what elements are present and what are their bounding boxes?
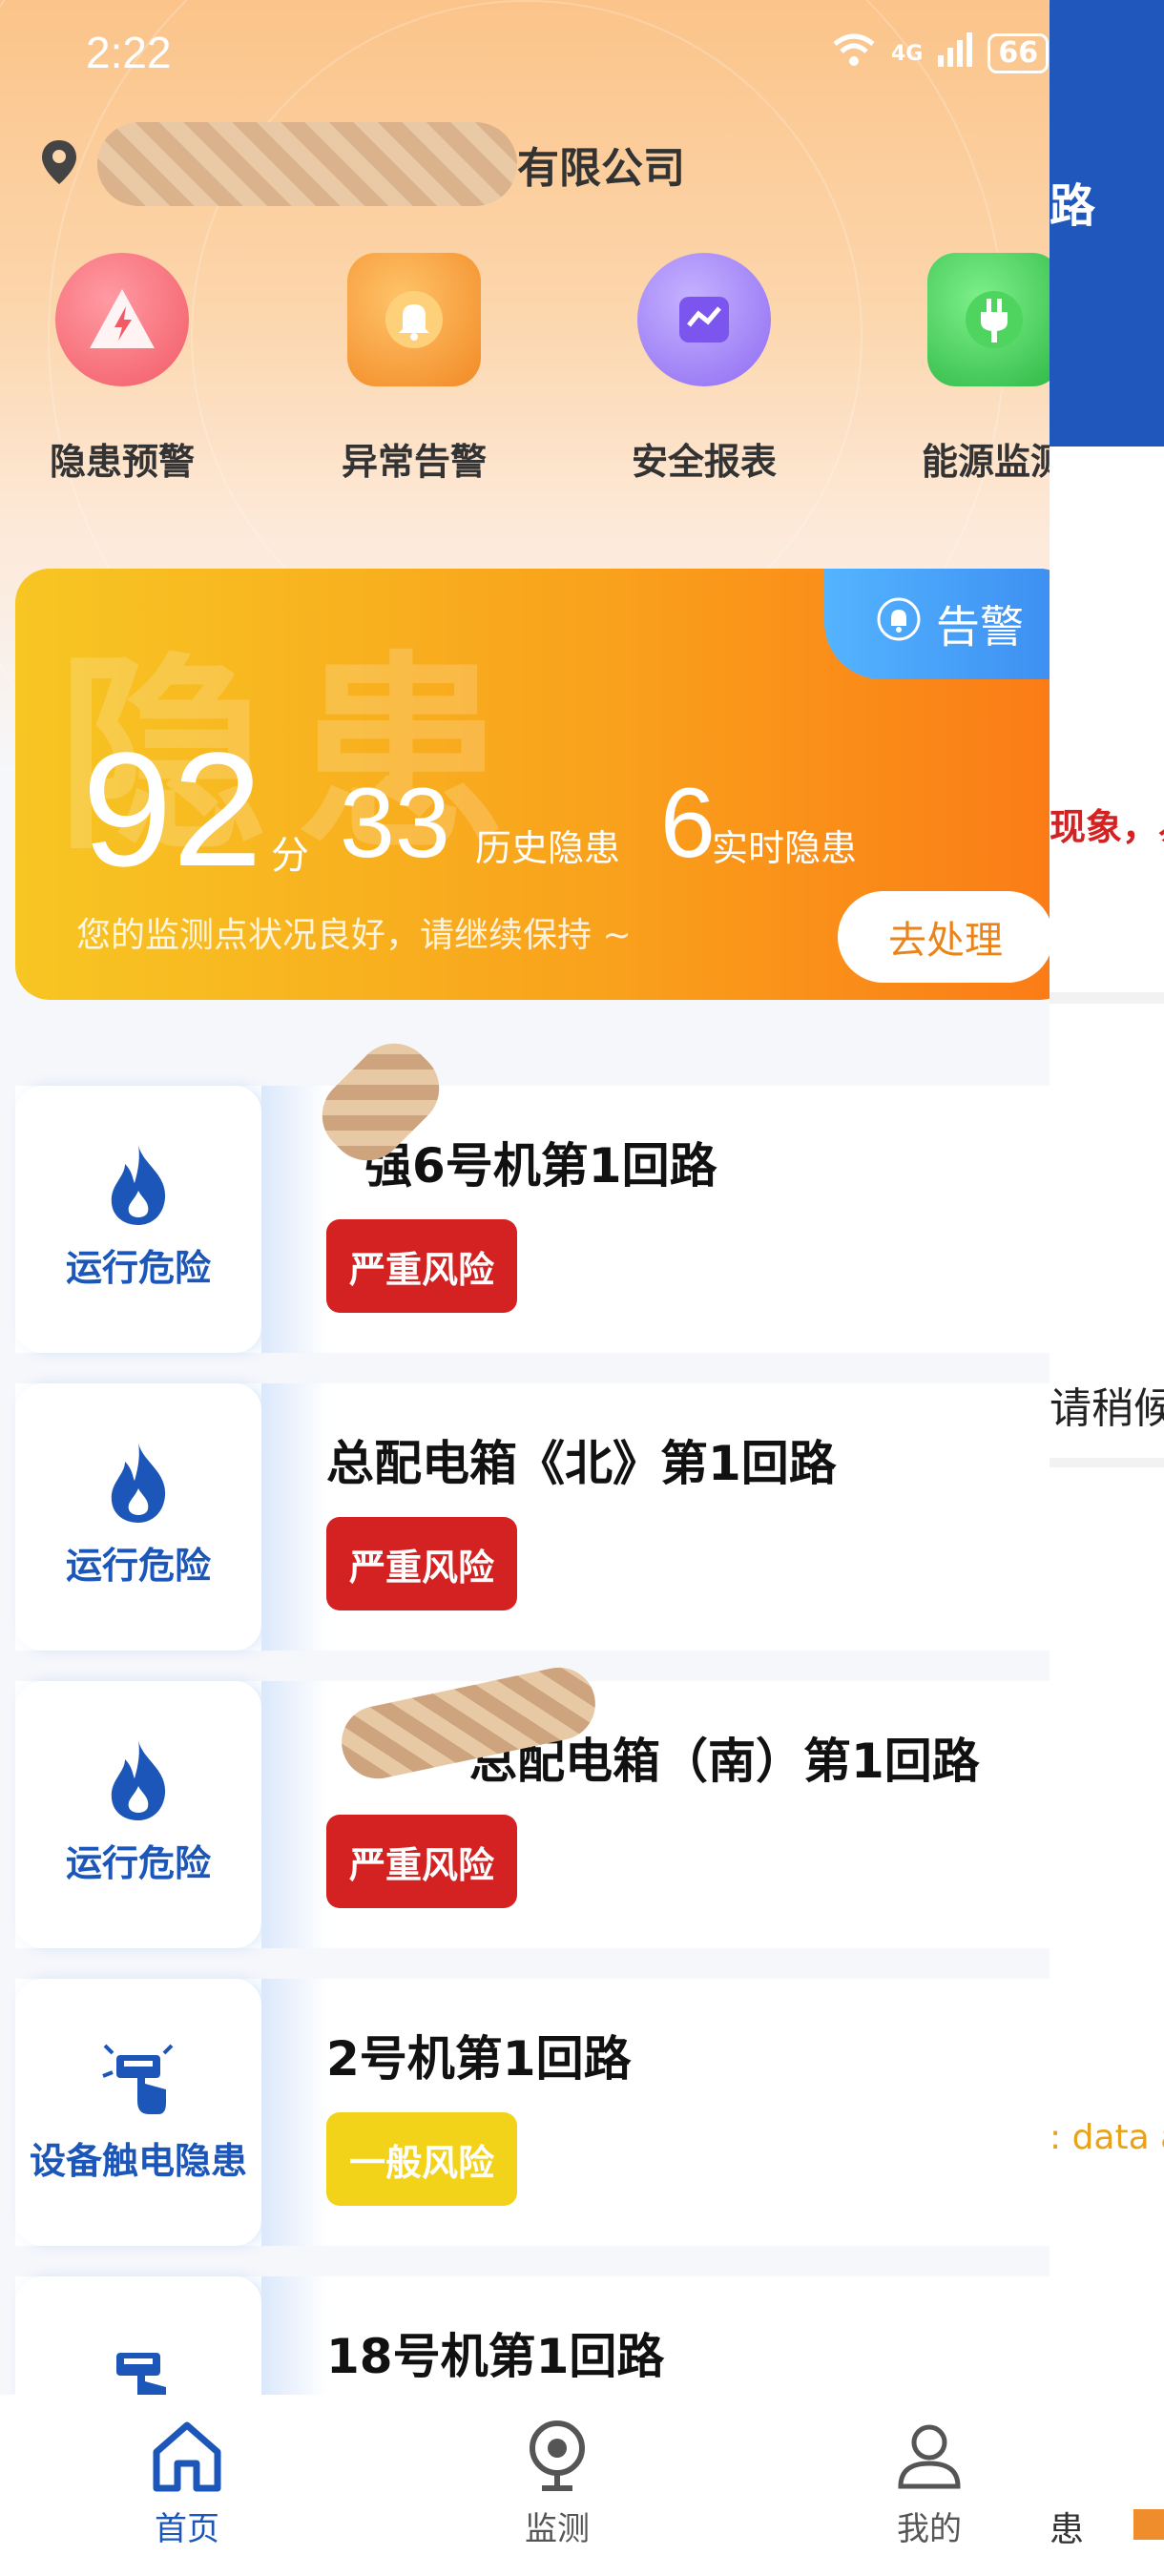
hazard-title: 18号机第1回路 [326,2329,665,2384]
peek-data-text: : data a [1050,2118,1164,2157]
peek-warning-text: 现象，易 [1050,806,1164,848]
plug-icon [927,253,1050,386]
camera-icon [462,2418,653,2503]
system-icons: 4G 66 [830,31,1050,76]
hazard-category: 运行危险 [65,1247,211,1289]
hazard-category: 运行危险 [65,1842,211,1884]
handle-button[interactable]: 去处理 [838,891,1050,983]
hazard-list-item[interactable]: 运行危险 总配电箱（南）第1回路 严重风险 [15,1660,1050,1948]
home-screen: 2:22 4G 66 有限公司 隐患预警 异常告警 安全报表 能源监测 隐患 告… [0,0,1050,2576]
chart-line-icon [637,253,771,386]
nav-label: 首页 [155,2510,219,2548]
score-unit: 分 [271,834,309,878]
hazard-list-item[interactable]: 运行危险 强6号机第1回路 严重风险 [15,1028,1050,1353]
quick-menu-label: 异常告警 [341,441,487,483]
hand-shock-icon [15,2034,261,2120]
wifi-icon [830,31,878,76]
risk-badge: 严重风险 [326,1517,517,1610]
safety-score: 92 [82,719,263,901]
risk-badge: 严重风险 [326,1815,517,1908]
hazard-category-panel: 运行危险 [15,1383,261,1651]
adjacent-screen-peek: 路 现象，易 请稍候 : data a 患 [1050,0,1164,2576]
peek-header: 路 [1050,0,1164,447]
flame-icon [15,1141,261,1227]
hazard-title: 2号机第1回路 [326,2031,632,2087]
signal-icon [936,31,974,76]
quick-menu-label: 安全报表 [631,441,777,483]
alarm-tab-label: 告警 [936,601,1024,653]
location-pin-icon [40,138,78,190]
network-type: 4G [891,41,924,66]
peek-bottom-text: 患 [1050,2510,1085,2549]
hazard-category-panel: 运行危险 [15,1086,261,1353]
user-icon [834,2418,1025,2503]
location-row[interactable]: 有限公司 [40,122,685,206]
peek-divider [1050,992,1164,1004]
redacted-area [97,122,517,206]
company-name: 有限公司 [517,144,685,193]
divider-gradient [261,1979,328,2246]
battery-indicator: 66 [987,33,1050,73]
risk-badge: 严重风险 [326,1219,517,1313]
history-hazard-count: 33 [340,768,450,879]
flame-icon [15,1736,261,1822]
hazard-category: 设备触电隐患 [29,2140,247,2182]
alarm-tab[interactable]: 告警 [824,569,1050,679]
home-icon [92,2418,282,2503]
quick-menu-hazard-warning[interactable]: 隐患预警 [27,253,218,485]
hazard-score-card: 隐患 告警 92 分 33 历史隐患 6 实时隐患 您的监测点状况良好，请继续保… [15,569,1050,1000]
quick-menu-safety-report[interactable]: 安全报表 [609,253,800,485]
bell-icon [875,595,923,654]
divider-gradient [261,1681,328,1948]
hazard-category-panel: 设备触电隐患 [15,1979,261,2246]
status-time: 2:22 [86,28,172,77]
status-message: 您的监测点状况良好，请继续保持 ~ [76,916,632,955]
hazard-category-panel: 运行危险 [15,1681,261,1948]
nav-label: 监测 [525,2510,590,2548]
risk-badge: 一般风险 [326,2112,517,2206]
nav-home[interactable]: 首页 [92,2418,282,2549]
hazard-title: 强6号机第1回路 [364,1138,717,1194]
divider-gradient [261,1383,328,1651]
nav-monitor[interactable]: 监测 [462,2418,653,2549]
divider-gradient [261,1086,328,1353]
quick-menu-label: 隐患预警 [49,441,195,483]
flame-icon [15,1439,261,1525]
status-bar: 2:22 4G 66 [0,0,1050,105]
quick-menu-energy-monitor[interactable]: 能源监测 [899,253,1050,485]
nav-profile[interactable]: 我的 [834,2418,1025,2549]
peek-loading-text: 请稍候 [1050,1384,1164,1433]
hazard-list-item[interactable]: 设备触电隐患 2号机第1回路 一般风险 [15,1979,1050,2246]
peek-title: 路 [1050,179,1096,233]
bottom-navigation: 首页 监测 我的 [0,2395,1050,2576]
hazard-title: 总配电箱《北》第1回路 [326,1436,837,1491]
bell-icon [347,253,481,386]
realtime-hazard-label: 实时隐患 [712,827,858,869]
peek-orange-block [1133,2509,1164,2540]
hazard-category: 运行危险 [65,1545,211,1587]
history-hazard-label: 历史隐患 [475,827,621,869]
nav-label: 我的 [897,2510,962,2548]
hazard-list-item[interactable]: 运行危险 总配电箱《北》第1回路 严重风险 [15,1383,1050,1651]
peek-divider [1050,1458,1164,1467]
realtime-hazard-count: 6 [660,768,716,879]
warning-triangle-icon [55,253,189,386]
quick-menu-abnormal-alarm[interactable]: 异常告警 [319,253,509,485]
quick-menu-label: 能源监测 [921,441,1050,483]
